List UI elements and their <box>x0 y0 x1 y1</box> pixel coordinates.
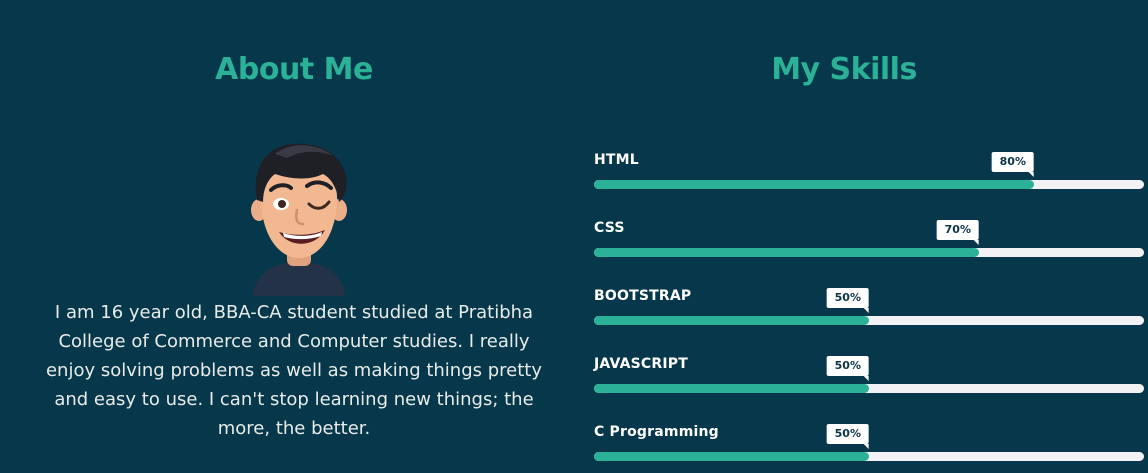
skill-progress-fill <box>594 452 869 461</box>
skill-percent-badge: 70% <box>936 220 980 245</box>
skill-percent-badge: 50% <box>826 288 870 313</box>
skill-name: JAVASCRIPT <box>594 356 688 372</box>
skills-section: My Skills HTML 80% CSS 70% BOOTSTRAP 50% <box>594 0 1144 473</box>
skill-html: HTML 80% <box>594 152 1144 192</box>
skill-bootstrap: BOOTSTRAP 50% <box>594 288 1144 328</box>
skill-progress-fill <box>594 180 1034 189</box>
skill-javascript: JAVASCRIPT 50% <box>594 356 1144 396</box>
skill-progress-fill <box>594 384 869 393</box>
skill-c-programming: C Programming 50% <box>594 424 1144 464</box>
skill-css: CSS 70% <box>594 220 1144 260</box>
skills-title: My Skills <box>771 52 917 87</box>
skill-progress-track <box>594 316 1144 325</box>
skill-progress-track <box>594 248 1144 257</box>
avatar <box>251 143 347 296</box>
skill-percent-badge: 80% <box>991 152 1035 177</box>
skill-name: BOOTSTRAP <box>594 288 692 304</box>
about-title: About Me <box>215 52 373 87</box>
page: About Me I am 16 year old, BBA-CA studen… <box>0 0 1148 473</box>
skill-name: CSS <box>594 220 625 236</box>
skill-progress-fill <box>594 248 979 257</box>
about-section: About Me I am 16 year old, BBA-CA studen… <box>40 0 548 473</box>
about-text: I am 16 year old, BBA-CA student studied… <box>45 302 543 439</box>
skill-progress-track <box>594 384 1144 393</box>
skill-progress-track <box>594 452 1144 461</box>
skill-progress-fill <box>594 316 869 325</box>
skill-percent-badge: 50% <box>826 424 870 449</box>
skill-progress-track <box>594 180 1144 189</box>
skill-name: C Programming <box>594 424 719 440</box>
skill-percent-badge: 50% <box>826 356 870 381</box>
skill-name: HTML <box>594 152 639 168</box>
